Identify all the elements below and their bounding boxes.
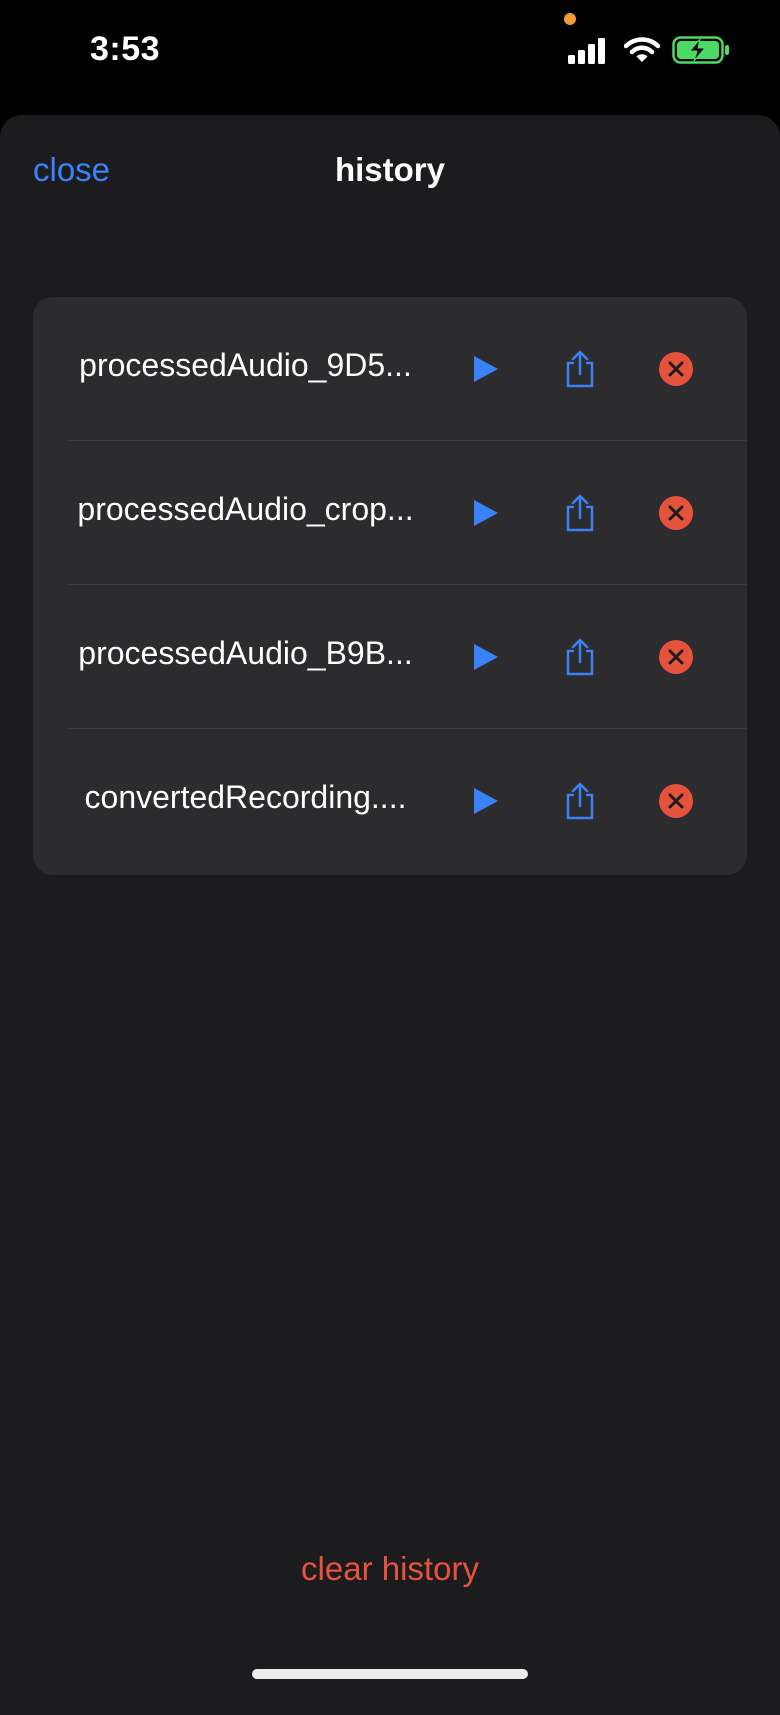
history-row: processedAudio_B9B... xyxy=(33,585,747,729)
status-bar: 3:53 xyxy=(0,0,780,110)
file-name[interactable]: convertedRecording.... xyxy=(33,779,458,816)
delete-icon xyxy=(659,496,693,530)
history-list: processedAudio_9D5... processedAudio_cro… xyxy=(33,297,747,875)
delete-button[interactable] xyxy=(649,774,703,828)
history-row: processedAudio_9D5... xyxy=(33,297,747,441)
privacy-indicator-dot xyxy=(564,13,576,25)
battery-charging-icon xyxy=(672,36,729,64)
play-icon xyxy=(474,644,498,670)
play-button[interactable] xyxy=(459,774,513,828)
file-name[interactable]: processedAudio_9D5... xyxy=(33,347,458,384)
signal-icon xyxy=(568,38,605,64)
delete-icon xyxy=(659,784,693,818)
page-title: history xyxy=(334,151,446,188)
delete-button[interactable] xyxy=(649,630,703,684)
share-icon xyxy=(566,350,594,388)
share-icon xyxy=(566,638,594,676)
delete-icon xyxy=(659,352,693,386)
wifi-icon xyxy=(624,37,660,62)
file-name[interactable]: processedAudio_B9B... xyxy=(33,635,458,672)
history-sheet: close history processedAudio_9D5... proc… xyxy=(0,115,780,1715)
play-button[interactable] xyxy=(459,630,513,684)
clear-history-button[interactable]: clear history xyxy=(0,1550,780,1588)
home-indicator xyxy=(252,1669,528,1679)
delete-icon xyxy=(659,640,693,674)
play-button[interactable] xyxy=(459,486,513,540)
file-name[interactable]: processedAudio_crop... xyxy=(33,491,458,528)
history-row: convertedRecording.... xyxy=(33,729,747,873)
share-icon xyxy=(566,494,594,532)
play-icon xyxy=(474,788,498,814)
delete-button[interactable] xyxy=(649,486,703,540)
play-icon xyxy=(474,500,498,526)
play-button[interactable] xyxy=(459,342,513,396)
share-button[interactable] xyxy=(553,774,607,828)
delete-button[interactable] xyxy=(649,342,703,396)
history-row: processedAudio_crop... xyxy=(33,441,747,585)
play-icon xyxy=(474,356,498,382)
share-button[interactable] xyxy=(553,486,607,540)
status-time: 3:53 xyxy=(90,30,161,68)
share-button[interactable] xyxy=(553,630,607,684)
share-button[interactable] xyxy=(553,342,607,396)
share-icon xyxy=(566,782,594,820)
